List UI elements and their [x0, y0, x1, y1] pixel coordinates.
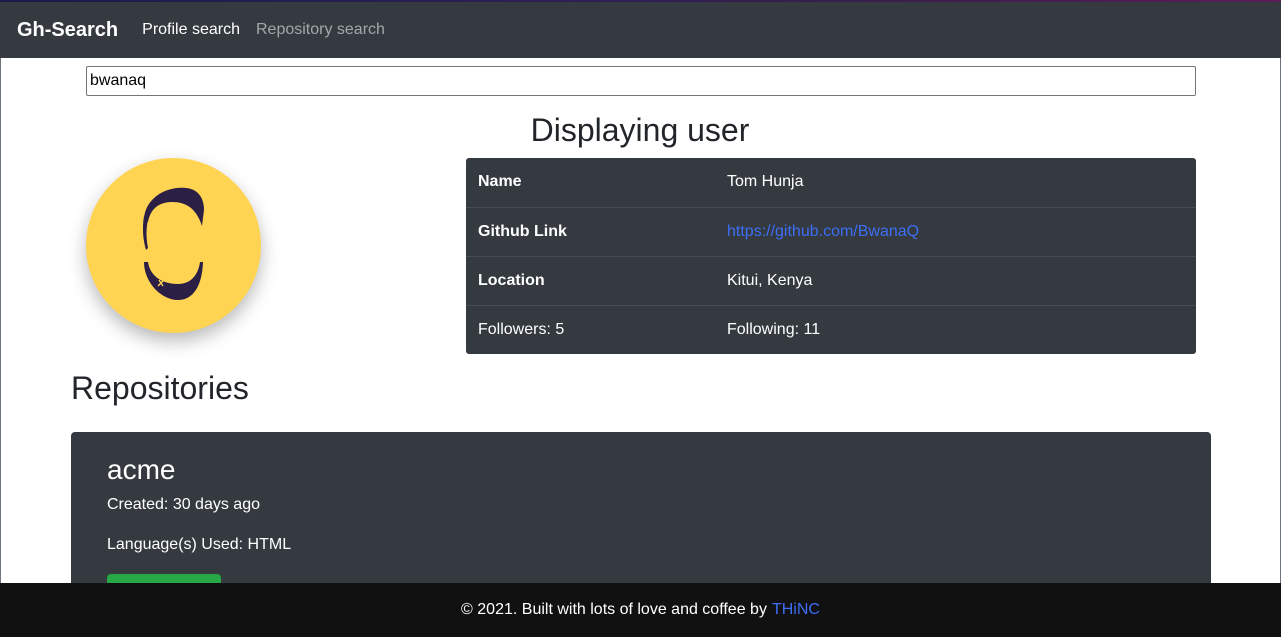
repository-name: acme [107, 454, 176, 485]
followers-count: Followers: 5 [478, 320, 565, 338]
github-profile-link[interactable]: https://github.com/BwanaQ [727, 223, 919, 240]
row-key-github-link: Github Link [466, 207, 715, 257]
row-key-location: Location [466, 256, 715, 306]
profile-heading: Displaying user [530, 112, 750, 148]
brand-logo[interactable]: Gh-Search [17, 19, 118, 42]
navbar: Gh-Search Profile search Repository sear… [0, 2, 1281, 58]
table-row: Github Link https://github.com/BwanaQ [466, 207, 1196, 257]
repositories-heading: Repositories [71, 370, 249, 406]
repository-created: Created: 30 days ago [107, 496, 260, 513]
nav-repository-search[interactable]: Repository search [256, 21, 385, 39]
profile-info-table: Name Tom Hunja Github Link https://githu… [466, 158, 1196, 354]
repository-card: acme Created: 30 days ago Language(s) Us… [71, 432, 1211, 610]
footer-text: © 2021. Built with lots of love and coff… [461, 601, 767, 618]
row-value-name: Tom Hunja [715, 158, 1196, 208]
table-row: Name Tom Hunja [466, 158, 1196, 208]
row-key-name: Name [466, 158, 715, 208]
table-row: Followers: 5 Following: 11 [466, 305, 1196, 354]
following-count: Following: 11 [727, 320, 821, 338]
page-border-left [0, 58, 1, 583]
repository-languages: Language(s) Used: HTML [107, 536, 292, 553]
nav-profile-search[interactable]: Profile search [142, 21, 240, 39]
cartoon-face-avatar-icon [142, 187, 204, 301]
footer-thinc-link[interactable]: THiNC [772, 601, 820, 619]
table-row: Location Kitui, Kenya [466, 256, 1196, 306]
footer: © 2021. Built with lots of love and coff… [0, 583, 1281, 637]
row-value-github-link-cell: https://github.com/BwanaQ [715, 207, 1196, 257]
search-input[interactable] [86, 66, 1196, 96]
user-avatar [86, 158, 261, 333]
row-value-location: Kitui, Kenya [715, 256, 1196, 306]
